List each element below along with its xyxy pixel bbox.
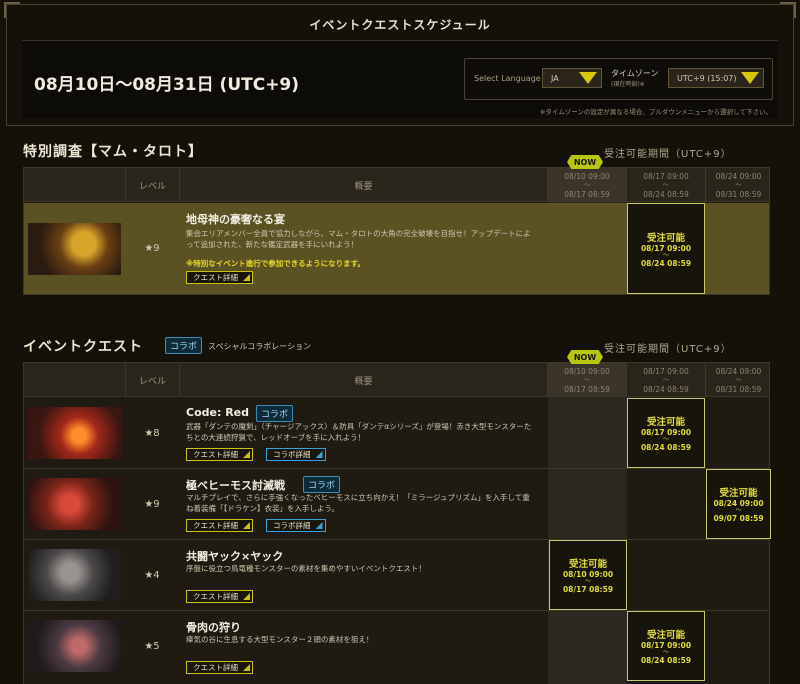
timezone-value: UTC+9 (15:07) xyxy=(677,73,737,83)
timezone-select[interactable]: UTC+9 (15:07) xyxy=(668,68,764,88)
quest-detail-button[interactable]: クエスト詳細 xyxy=(186,661,253,674)
quest-name: 骨肉の狩り xyxy=(186,621,241,634)
period-label: 受注可能期間（UTC+9） xyxy=(604,344,732,355)
timezone-sub: (現在時刻)※ xyxy=(611,81,645,88)
collab-text: スペシャルコラボレーション xyxy=(208,342,312,351)
quest-detail-button[interactable]: クエスト詳細 xyxy=(186,590,253,603)
now-badge: NOW xyxy=(567,155,603,169)
collab-badge: コラボ xyxy=(256,405,294,422)
period-label: 受注可能期間（UTC+9） xyxy=(604,149,732,160)
table-row: ★8 Code: Red コラボ 武器「ダンテの魔剣」（チャージアックス）＆防具… xyxy=(24,398,769,469)
language-label: Select Language xyxy=(474,74,541,83)
quest-desc: 序盤に役立つ鳥竜種モンスターの素材を集めやすいイベントクエスト！ xyxy=(186,564,426,573)
availability-cell: 受注可能 08/10 09:00 〜 08/17 08:59 xyxy=(549,540,627,610)
timezone-label-text: タイムゾーン xyxy=(611,69,659,78)
table-header: レベル 概要 08/10 09:00 〜 08/17 08:59 08/17 09:… xyxy=(24,363,769,397)
col-level: レベル xyxy=(126,168,180,202)
section-title-event: イベントクエスト xyxy=(23,339,143,355)
availability-cell: 受注可能 08/24 09:00 〜 09/07 08:59 xyxy=(706,469,771,539)
quest-thumbnail[interactable] xyxy=(28,223,121,275)
quest-detail-button[interactable]: クエスト詳細 xyxy=(186,448,253,461)
quest-name: 共闘ヤック×ヤック xyxy=(186,550,284,563)
quest-thumbnail[interactable] xyxy=(28,549,121,601)
availability-cell: 受注可能 08/17 09:00 〜 08/24 08:59 xyxy=(627,398,705,468)
page-title: イベントクエストスケジュール xyxy=(309,18,491,32)
quest-thumbnail[interactable] xyxy=(28,620,121,672)
now-badge: NOW xyxy=(567,350,603,364)
col-summary: 概要 xyxy=(180,168,548,202)
col-period-2: 08/17 09:00 〜 08/24 08:59 xyxy=(627,363,706,397)
quest-detail-button[interactable]: クエスト詳細 xyxy=(186,519,253,532)
special-table: レベル 概要 08/10 09:00 〜 08/17 08:59 08/17 09:… xyxy=(23,167,770,295)
collab-detail-button[interactable]: コラボ詳細 xyxy=(266,519,326,532)
timezone-note: ※タイムゾーンの設定が異なる場合、プルダウンメニューから選択して下さい。 xyxy=(539,108,772,116)
collab-detail-button[interactable]: コラボ詳細 xyxy=(266,448,326,461)
chevron-down-icon xyxy=(741,72,759,84)
language-value: JA xyxy=(551,73,559,83)
col-summary: 概要 xyxy=(180,363,548,397)
table-header: レベル 概要 08/10 09:00 〜 08/17 08:59 08/17 09:… xyxy=(24,168,769,202)
col-period-3: 08/24 09:00 〜 08/31 08:59 xyxy=(715,171,762,199)
quest-desc: 武器「ダンテの魔剣」（チャージアックス）＆防具「ダンテαシリーズ」が登場！赤き大… xyxy=(186,422,532,442)
quest-level: ★4 xyxy=(144,570,160,581)
section-title-special: 特別調査【マム・タロト】 xyxy=(23,144,203,160)
col-period-1: 08/10 09:00 〜 08/17 08:59 xyxy=(548,363,627,397)
quest-thumbnail[interactable] xyxy=(28,478,121,530)
table-row: ★9 極ベヒーモス討滅戦 コラボ マルチプレイで、さらに手強くなったベヒーモスに… xyxy=(24,469,771,540)
chevron-down-icon xyxy=(579,72,597,84)
quest-name: 地母神の豪奢なる宴 xyxy=(186,213,285,226)
quest-name: Code: Red xyxy=(186,406,249,419)
table-row: ★9 地母神の豪奢なる宴 集会エリアメンバー全員で協力しながら、マム・タロトの大… xyxy=(24,203,769,295)
quest-desc: 集会エリアメンバー全員で協力しながら、マム・タロトの大角の完全破壊を目指せ！アッ… xyxy=(186,229,531,249)
quest-note: ※特別なイベント進行で参加できるようになります。 xyxy=(186,259,365,268)
collab-badge: コラボ xyxy=(303,476,341,493)
col-level: レベル xyxy=(126,363,180,397)
quest-level: ★9 xyxy=(144,499,160,510)
timezone-label: タイムゾーン (現在時刻)※ xyxy=(611,68,658,90)
availability-cell: 受注可能 08/17 09:00 〜 08/24 08:59 xyxy=(627,203,705,294)
col-period-2: 08/17 09:00 〜 08/24 08:59 xyxy=(627,168,706,202)
quest-level: ★8 xyxy=(144,428,160,439)
language-select[interactable]: JA xyxy=(542,68,602,88)
event-table: レベル 概要 08/10 09:00 〜 08/17 08:59 08/17 09:… xyxy=(23,362,771,684)
availability-cell: 受注可能 08/17 09:00 〜 08/24 08:59 xyxy=(627,611,705,681)
table-row: ★5 骨肉の狩り 瘴気の谷に生息する大型モンスター２頭の素材を狙え！ クエスト詳… xyxy=(24,611,769,684)
quest-level: ★5 xyxy=(144,641,160,652)
col-period-3: 08/24 09:00 〜 08/31 08:59 xyxy=(715,366,762,394)
table-row: ★4 共闘ヤック×ヤック 序盤に役立つ鳥竜種モンスターの素材を集めやすいイベント… xyxy=(24,540,769,611)
quest-desc: 瘴気の谷に生息する大型モンスター２頭の素材を狙え！ xyxy=(186,635,374,644)
quest-thumbnail[interactable] xyxy=(28,407,121,459)
quest-level: ★9 xyxy=(144,243,160,254)
collab-badge: コラボ xyxy=(165,337,203,354)
quest-detail-button[interactable]: クエスト詳細 xyxy=(186,271,253,284)
date-range: 08月10日〜08月31日 (UTC+9) xyxy=(34,75,300,95)
col-period-1: 08/10 09:00 〜 08/17 08:59 xyxy=(548,168,627,202)
quest-desc: マルチプレイで、さらに手強くなったベヒーモスに立ち向かえ！「ミラージュプリズム」… xyxy=(186,493,530,513)
quest-name: 極ベヒーモス討滅戦 xyxy=(186,479,285,492)
